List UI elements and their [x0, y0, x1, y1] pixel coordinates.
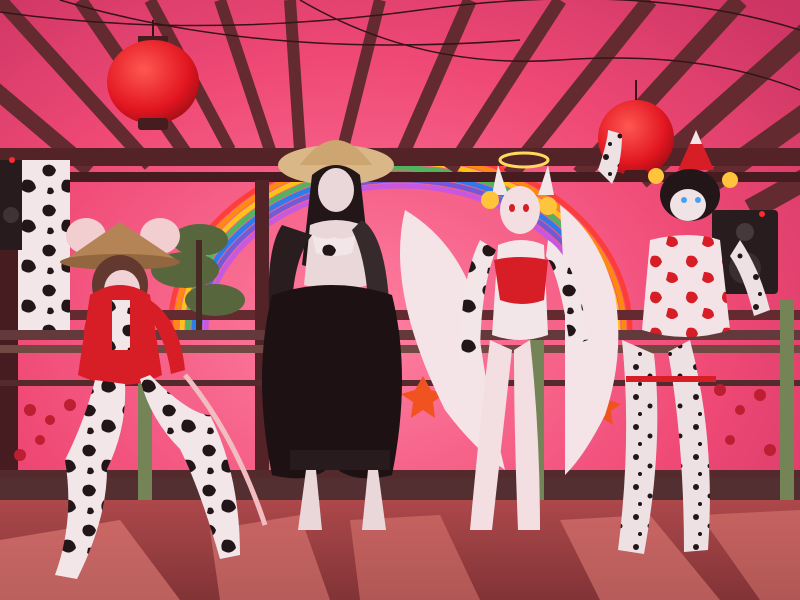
scene	[0, 0, 800, 600]
warm-tint	[0, 0, 800, 600]
